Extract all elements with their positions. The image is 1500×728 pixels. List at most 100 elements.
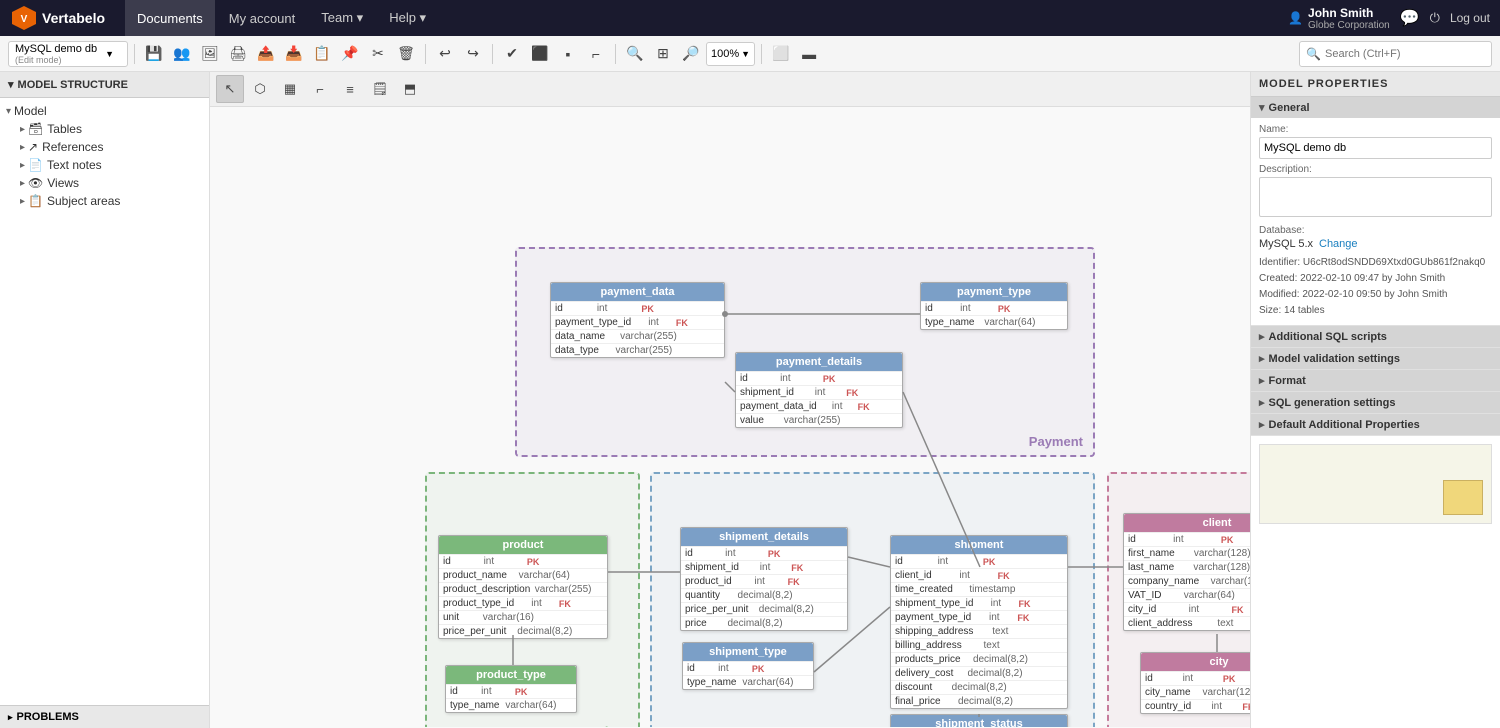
table-shipment-type-header: shipment_type [683,643,813,661]
ref-tool[interactable]: ⌐ [306,75,334,103]
redo-button[interactable]: ↪ [460,41,486,67]
table-product-type[interactable]: product_type idintPK type_namevarchar(64… [445,665,577,713]
section-sql-generation-arrow: ▸ [1259,396,1265,409]
text-tool[interactable]: 🗒 [366,75,394,103]
nav-myaccount[interactable]: My account [217,0,307,36]
table-product-type-header: product_type [446,666,576,684]
logo[interactable]: V Vertabelo [10,4,105,32]
select-tool[interactable]: ↖ [216,75,244,103]
area-tool[interactable]: ⬒ [396,75,424,103]
section-general-arrow: ▾ [1259,101,1265,114]
prop-description-row: Description: [1259,164,1492,220]
table-payment-details[interactable]: payment_details idintPK shipment_idintFK… [735,352,903,428]
section-sql-generation-header[interactable]: ▸ SQL generation settings [1251,392,1500,413]
db-name: MySQL demo db [15,43,97,55]
section-general-header[interactable]: ▾ General [1251,97,1500,118]
user-info: 👤 John Smith Globe Corporation [1288,6,1390,31]
problems-bar[interactable]: ▸ PROBLEMS [0,705,209,728]
copy-button[interactable]: 📋 [309,41,335,67]
search-input[interactable] [1325,48,1485,60]
section-general: ▾ General Name: Description: Database: M… [1251,97,1500,326]
cut-button[interactable]: ✂ [365,41,391,67]
prop-name-input[interactable] [1259,137,1492,159]
table-row: quantitydecimal(8,2) [681,588,847,602]
zoom-search-button[interactable]: 🔍 [622,41,648,67]
tree-node-views[interactable]: ▸ 👁 Views [0,174,209,192]
notifications-icon[interactable]: 💬 [1400,8,1420,28]
logo-text: Vertabelo [42,10,105,26]
table-row: unitvarchar(16) [439,610,607,624]
model-structure-label: MODEL STRUCTURE [18,79,128,91]
paste-button[interactable]: 📌 [337,41,363,67]
align-left-button[interactable]: ⬛ [527,41,553,67]
table-shipment[interactable]: shipment idintPK client_idintFK time_cre… [890,535,1068,709]
right-panel-header: MODEL PROPERTIES [1251,72,1500,97]
validate-button[interactable]: ✔ [499,41,525,67]
table-row: price_per_unitdecimal(8,2) [681,602,847,616]
logout-button[interactable]: Log out [1450,11,1490,25]
search-icon: 🔍 [1306,47,1321,61]
table-city[interactable]: city idintPK city_namevarchar(128) count… [1140,652,1250,714]
align-right-button[interactable]: ▪ [555,41,581,67]
prop-size: Size: 14 tables [1259,303,1492,319]
image-button[interactable]: 🖼 [197,41,223,67]
table-row: valuevarchar(255) [736,413,902,427]
section-additional-sql-header[interactable]: ▸ Additional SQL scripts [1251,326,1500,347]
table-row: idintPK [891,554,1067,568]
export-button[interactable]: 📤 [253,41,279,67]
tree-node-model[interactable]: ▾ Model [0,102,209,120]
section-format-header[interactable]: ▸ Format [1251,370,1500,391]
db-selector[interactable]: MySQL demo db (Edit mode) ▼ [8,41,128,67]
table-payment-type[interactable]: payment_type idintPK type_namevarchar(64… [920,282,1068,330]
prop-name-label: Name: [1259,124,1492,135]
fit-button[interactable]: ⊞ [650,41,676,67]
connect-button[interactable]: ⌐ [583,41,609,67]
tree-node-tables[interactable]: ▸ 🗃 Tables [0,120,209,138]
print-button[interactable]: 🖨 [225,41,251,67]
zoom-in-button[interactable]: 🔎 [678,41,704,67]
tree-node-textnotes[interactable]: ▸ 📄 Text notes [0,156,209,174]
table-shipment-status[interactable]: shipment_status idintPK shipment_idintFK… [890,714,1068,727]
table-row: product_type_idintFK [439,596,607,610]
change-link[interactable]: Change [1319,238,1358,250]
table-shipment-type[interactable]: shipment_type idintPK type_namevarchar(6… [682,642,814,690]
table-client[interactable]: client idintPK first_namevarchar(128) la… [1123,513,1250,631]
section-model-validation-header[interactable]: ▸ Model validation settings [1251,348,1500,369]
select-area-tool[interactable]: ⬡ [246,75,274,103]
prop-description-input[interactable] [1259,177,1492,217]
nav-help[interactable]: Help ▾ [377,0,438,36]
table-payment-type-header: payment_type [921,283,1067,301]
save-button[interactable]: 💾 [141,41,167,67]
delete-button[interactable]: 🗑 [393,41,419,67]
views-icon: 👁 [28,176,43,190]
undo-button[interactable]: ↩ [432,41,458,67]
table-product[interactable]: product idintPK product_namevarchar(64) … [438,535,608,639]
canvas-content[interactable]: Payment Product Client payment_data [210,107,1250,727]
problems-arrow: ▸ [8,712,13,723]
right-panel: MODEL PROPERTIES ▾ General Name: Descrip… [1250,72,1500,728]
section-default-additional-header[interactable]: ▸ Default Additional Properties [1251,414,1500,435]
table-tool[interactable]: ▦ [276,75,304,103]
table-shipment-details[interactable]: shipment_details idintPK shipment_idintF… [680,527,848,631]
compact-view-button[interactable]: ▬ [796,41,822,67]
table-shipment-status-header: shipment_status [891,715,1067,727]
nav-documents[interactable]: Documents [125,0,215,36]
tree-node-subjectareas[interactable]: ▸ 📋 Subject areas [0,192,209,210]
tree-node-references[interactable]: ▸ ↗ References [0,138,209,156]
section-format-arrow: ▸ [1259,374,1265,387]
zoom-selector[interactable]: 100% ▼ [706,42,755,66]
table-payment-data[interactable]: payment_data idintPK payment_type_idintF… [550,282,725,358]
import-button[interactable]: 📥 [281,41,307,67]
list-tool[interactable]: ≡ [336,75,364,103]
mini-preview[interactable] [1259,444,1492,524]
toolbar-separator-3 [492,44,493,64]
table-view-button[interactable]: ⬜ [768,41,794,67]
table-row: product_idintFK [681,574,847,588]
users-button[interactable]: 👥 [169,41,195,67]
nav-team[interactable]: Team ▾ [309,0,375,36]
table-row: type_namevarchar(64) [921,315,1067,329]
tables-icon: 🗃 [28,122,43,136]
collapse-icon[interactable]: ▾ [8,78,14,91]
table-payment-type-body: idintPK type_namevarchar(64) [921,301,1067,329]
prop-identifier: Identifier: U6cRt8odSNDD69Xtxd0GUb861f2n… [1259,255,1492,271]
